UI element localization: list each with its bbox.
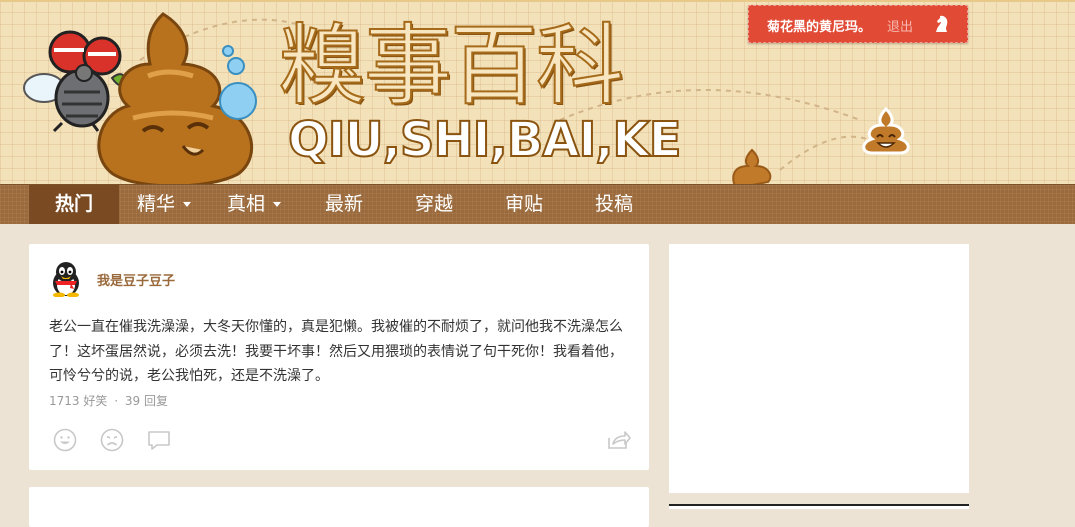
stats-separator: · [114,394,119,408]
sidebar-panel [669,244,969,493]
nav-label: 投稿 [594,193,633,215]
logout-link[interactable]: 退出 [887,16,913,35]
poop-mascot-icon [97,12,257,184]
main-nav: 热门 精华 真相 最新 穿越 审贴 投稿 [0,184,1075,224]
funny-count: 1713 [49,394,80,408]
nav-label: 真相 [226,193,265,215]
user-name-link[interactable]: 菊花黑的黄尼玛。 [767,16,871,35]
post-card: 我是豆子豆子 老公一直在催我洗澡澡，大冬天你懂的，真是犯懒。我被催的不耐烦了，就… [29,244,649,470]
nav-label: 审贴 [504,193,543,215]
user-menu-box: 菊花黑的黄尼玛。 退出 [748,5,968,43]
post-stats: 1713 好笑 · 39 回复 [49,392,168,409]
nav-item-submit[interactable]: 投稿 [569,185,659,224]
nav-item-featured[interactable]: 精华 [119,185,209,224]
share-arrow-icon[interactable] [605,427,631,453]
post-content: 老公一直在催我洗澡澡，大冬天你懂的，真是犯懒。我被催的不耐烦了，就问他我不洗澡怎… [49,319,623,384]
speech-bubble-icon[interactable] [146,427,172,453]
poop-peek-icon [732,148,772,184]
nav-label: 精华 [136,193,175,215]
site-logo-english[interactable]: QIU,SHI,BAI,KE [287,111,683,169]
chevron-down-icon [273,202,281,207]
post-author[interactable]: 我是豆子豆子 [97,270,175,289]
nav-item-truth[interactable]: 真相 [209,185,299,224]
funny-label: 好笑 [83,394,108,408]
nav-label: 热门 [54,193,93,215]
small-poop-mascot-icon [862,106,910,155]
chevron-down-icon [183,202,191,207]
smile-face-icon[interactable] [52,427,78,453]
nav-label: 穿越 [414,193,453,215]
chess-knight-icon[interactable] [932,14,950,34]
site-header: 糗事百科 QIU,SHI,BAI,KE 菊花黑的黄尼玛。 退出 [0,0,1075,184]
next-post-card [29,487,649,527]
nav-item-hot[interactable]: 热门 [29,185,119,224]
comment-count[interactable]: 39 [125,394,140,408]
nav-item-latest[interactable]: 最新 [299,185,389,224]
comment-label[interactable]: 回复 [144,394,168,408]
frown-face-icon[interactable] [99,427,125,453]
nav-item-history[interactable]: 穿越 [389,185,479,224]
avatar[interactable] [49,261,83,297]
nav-label: 最新 [324,193,363,215]
nav-item-review[interactable]: 审贴 [479,185,569,224]
site-logo-chinese[interactable]: 糗事百科 [277,19,625,113]
